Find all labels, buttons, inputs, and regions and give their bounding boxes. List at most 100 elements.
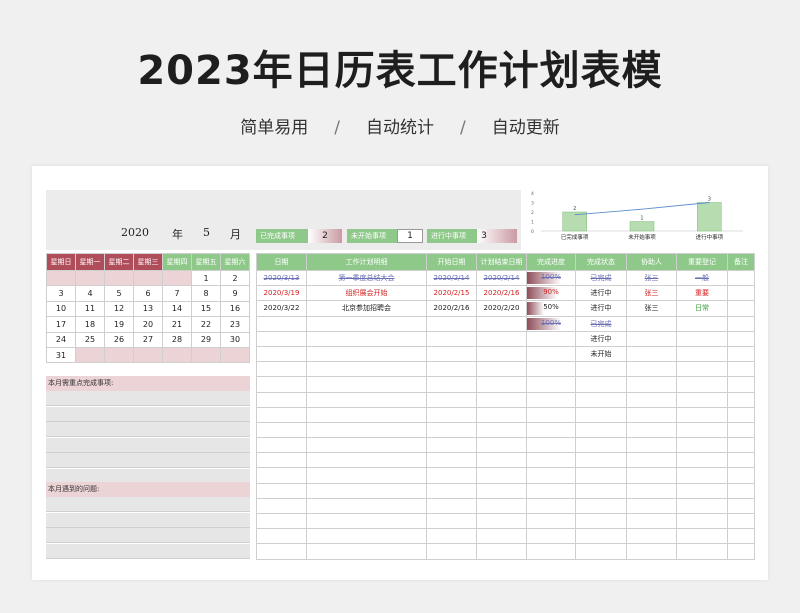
calendar-day[interactable]: 6 <box>133 285 163 302</box>
note-row[interactable] <box>46 437 250 453</box>
task-progress[interactable] <box>526 345 576 363</box>
task-priority[interactable] <box>676 315 728 332</box>
task-progress[interactable] <box>526 452 576 469</box>
task-note[interactable] <box>727 391 755 408</box>
calendar-day[interactable]: 17 <box>46 316 76 333</box>
task-status[interactable] <box>575 376 627 393</box>
calendar-day[interactable] <box>75 346 105 364</box>
task-helper[interactable] <box>626 361 677 378</box>
task-date[interactable] <box>256 512 307 530</box>
month-value[interactable]: 5 <box>203 226 210 239</box>
task-priority[interactable] <box>676 330 728 347</box>
task-progress[interactable] <box>526 482 576 499</box>
task-end-date[interactable] <box>476 421 527 439</box>
task-date[interactable] <box>256 391 307 408</box>
task-priority[interactable] <box>676 437 728 454</box>
task-priority[interactable] <box>676 512 728 530</box>
calendar-day[interactable] <box>162 269 192 287</box>
calendar-day[interactable]: 19 <box>104 316 134 333</box>
calendar-day[interactable]: 22 <box>191 316 221 333</box>
task-status[interactable] <box>575 361 627 378</box>
task-helper[interactable] <box>626 330 677 347</box>
task-end-date[interactable] <box>476 528 527 545</box>
task-start-date[interactable] <box>426 421 477 439</box>
task-end-date[interactable]: 2020/2/20 <box>476 300 527 317</box>
task-priority[interactable] <box>676 391 728 408</box>
task-helper[interactable] <box>626 467 677 484</box>
task-status[interactable] <box>575 497 627 515</box>
task-start-date[interactable] <box>426 345 477 363</box>
task-status[interactable] <box>575 391 627 408</box>
calendar-day[interactable]: 16 <box>220 300 250 318</box>
task-end-date[interactable] <box>476 330 527 347</box>
task-end-date[interactable] <box>476 482 527 499</box>
task-status[interactable] <box>575 543 627 560</box>
task-end-date[interactable] <box>476 315 527 332</box>
task-status[interactable] <box>575 437 627 454</box>
task-status[interactable] <box>575 406 627 423</box>
task-progress[interactable] <box>526 437 576 454</box>
task-start-date[interactable] <box>426 452 477 469</box>
calendar-day[interactable]: 18 <box>75 316 105 333</box>
task-end-date[interactable]: 2020/2/14 <box>476 269 527 287</box>
task-progress[interactable]: 90% <box>526 285 576 302</box>
note-row[interactable] <box>46 512 250 528</box>
calendar-day[interactable]: 12 <box>104 300 134 318</box>
calendar-day[interactable]: 10 <box>46 300 76 318</box>
task-detail[interactable] <box>306 361 427 378</box>
task-detail[interactable] <box>306 406 427 423</box>
task-helper[interactable] <box>626 437 677 454</box>
task-detail[interactable] <box>306 497 427 515</box>
task-helper[interactable] <box>626 528 677 545</box>
calendar-day[interactable] <box>191 346 221 364</box>
task-status[interactable] <box>575 512 627 530</box>
task-progress[interactable] <box>526 376 576 393</box>
note-row[interactable] <box>46 391 250 406</box>
task-end-date[interactable] <box>476 376 527 393</box>
task-progress[interactable]: 100% <box>526 269 576 287</box>
task-end-date[interactable] <box>476 543 527 560</box>
calendar-day[interactable]: 21 <box>162 316 192 333</box>
task-priority[interactable] <box>676 376 728 393</box>
calendar-day[interactable]: 28 <box>162 331 192 348</box>
task-priority[interactable] <box>676 497 728 515</box>
task-note[interactable] <box>727 406 755 423</box>
calendar-day[interactable]: 5 <box>104 285 134 302</box>
task-date[interactable] <box>256 376 307 393</box>
task-status[interactable]: 未开始 <box>575 345 627 363</box>
task-status[interactable]: 已完成 <box>575 315 627 332</box>
task-note[interactable] <box>727 437 755 454</box>
task-helper[interactable] <box>626 376 677 393</box>
task-status[interactable] <box>575 452 627 469</box>
task-note[interactable] <box>727 543 755 560</box>
year-value[interactable]: 2020 <box>121 226 149 239</box>
calendar-day[interactable] <box>75 269 105 287</box>
task-date[interactable] <box>256 330 307 347</box>
task-detail[interactable] <box>306 315 427 332</box>
task-helper[interactable] <box>626 315 677 332</box>
task-end-date[interactable] <box>476 437 527 454</box>
task-status[interactable]: 进行中 <box>575 330 627 347</box>
task-start-date[interactable]: 2020/2/15 <box>426 285 477 302</box>
calendar-day[interactable]: 2 <box>220 269 250 287</box>
task-priority[interactable] <box>676 543 728 560</box>
calendar-day[interactable]: 11 <box>75 300 105 318</box>
task-note[interactable] <box>727 330 755 347</box>
task-status[interactable]: 已完成 <box>575 269 627 287</box>
calendar-day[interactable]: 3 <box>46 285 76 302</box>
task-detail[interactable] <box>306 330 427 347</box>
calendar-day[interactable] <box>104 346 134 364</box>
task-end-date[interactable] <box>476 452 527 469</box>
task-progress[interactable]: 50% <box>526 300 576 317</box>
calendar-day[interactable] <box>133 269 163 287</box>
task-priority[interactable] <box>676 421 728 439</box>
task-end-date[interactable] <box>476 361 527 378</box>
calendar-day[interactable]: 20 <box>133 316 163 333</box>
task-note[interactable] <box>727 285 755 302</box>
task-date[interactable] <box>256 467 307 484</box>
task-date[interactable]: 2020/3/19 <box>256 285 307 302</box>
task-date[interactable] <box>256 497 307 515</box>
task-status[interactable]: 进行中 <box>575 300 627 317</box>
calendar-day[interactable]: 24 <box>46 331 76 348</box>
task-start-date[interactable] <box>426 512 477 530</box>
